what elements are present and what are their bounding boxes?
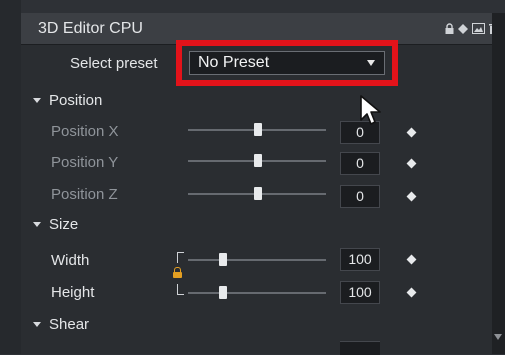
aspect-bracket-top bbox=[177, 252, 184, 263]
caret-down-icon bbox=[33, 98, 41, 103]
position-y-value[interactable]: 0 bbox=[340, 152, 380, 175]
aspect-bracket-bottom bbox=[177, 284, 184, 295]
position-z-value[interactable]: 0 bbox=[340, 185, 380, 208]
height-thumb[interactable] bbox=[219, 286, 227, 299]
height-label: Height bbox=[51, 284, 95, 301]
scroll-down-arrow-icon[interactable] bbox=[494, 334, 502, 340]
diamond-icon[interactable] bbox=[458, 23, 468, 34]
width-slider[interactable] bbox=[188, 259, 326, 261]
panel-title: 3D Editor CPU bbox=[38, 20, 143, 37]
preset-label: Select preset bbox=[70, 55, 158, 72]
mouse-cursor-icon bbox=[360, 95, 381, 125]
caret-down-icon bbox=[33, 322, 41, 327]
lock-icon[interactable] bbox=[445, 23, 454, 34]
highlight-box bbox=[176, 40, 398, 86]
position-z-label: Position Z bbox=[51, 186, 118, 203]
position-y-thumb[interactable] bbox=[254, 154, 262, 167]
section-size[interactable]: Size bbox=[33, 216, 78, 233]
position-x-thumb[interactable] bbox=[254, 123, 262, 136]
aspect-lock-icon[interactable] bbox=[173, 267, 182, 278]
picture-icon[interactable] bbox=[472, 23, 485, 34]
left-panel-edge bbox=[0, 0, 21, 354]
scrollbar[interactable] bbox=[492, 13, 505, 354]
position-x-label: Position X bbox=[51, 123, 119, 140]
position-y-label: Position Y bbox=[51, 154, 119, 171]
height-slider[interactable] bbox=[188, 292, 326, 294]
width-thumb[interactable] bbox=[219, 253, 227, 266]
width-value[interactable]: 100 bbox=[340, 248, 380, 271]
shear-value-box-partial bbox=[340, 341, 380, 355]
height-value[interactable]: 100 bbox=[340, 281, 380, 304]
section-shear[interactable]: Shear bbox=[33, 316, 89, 333]
width-label: Width bbox=[51, 252, 90, 269]
position-z-thumb[interactable] bbox=[254, 187, 262, 200]
section-position[interactable]: Position bbox=[33, 92, 102, 109]
section-title: Size bbox=[49, 216, 79, 233]
section-title: Position bbox=[49, 92, 103, 109]
section-title: Shear bbox=[49, 316, 90, 333]
caret-down-icon bbox=[33, 222, 41, 227]
